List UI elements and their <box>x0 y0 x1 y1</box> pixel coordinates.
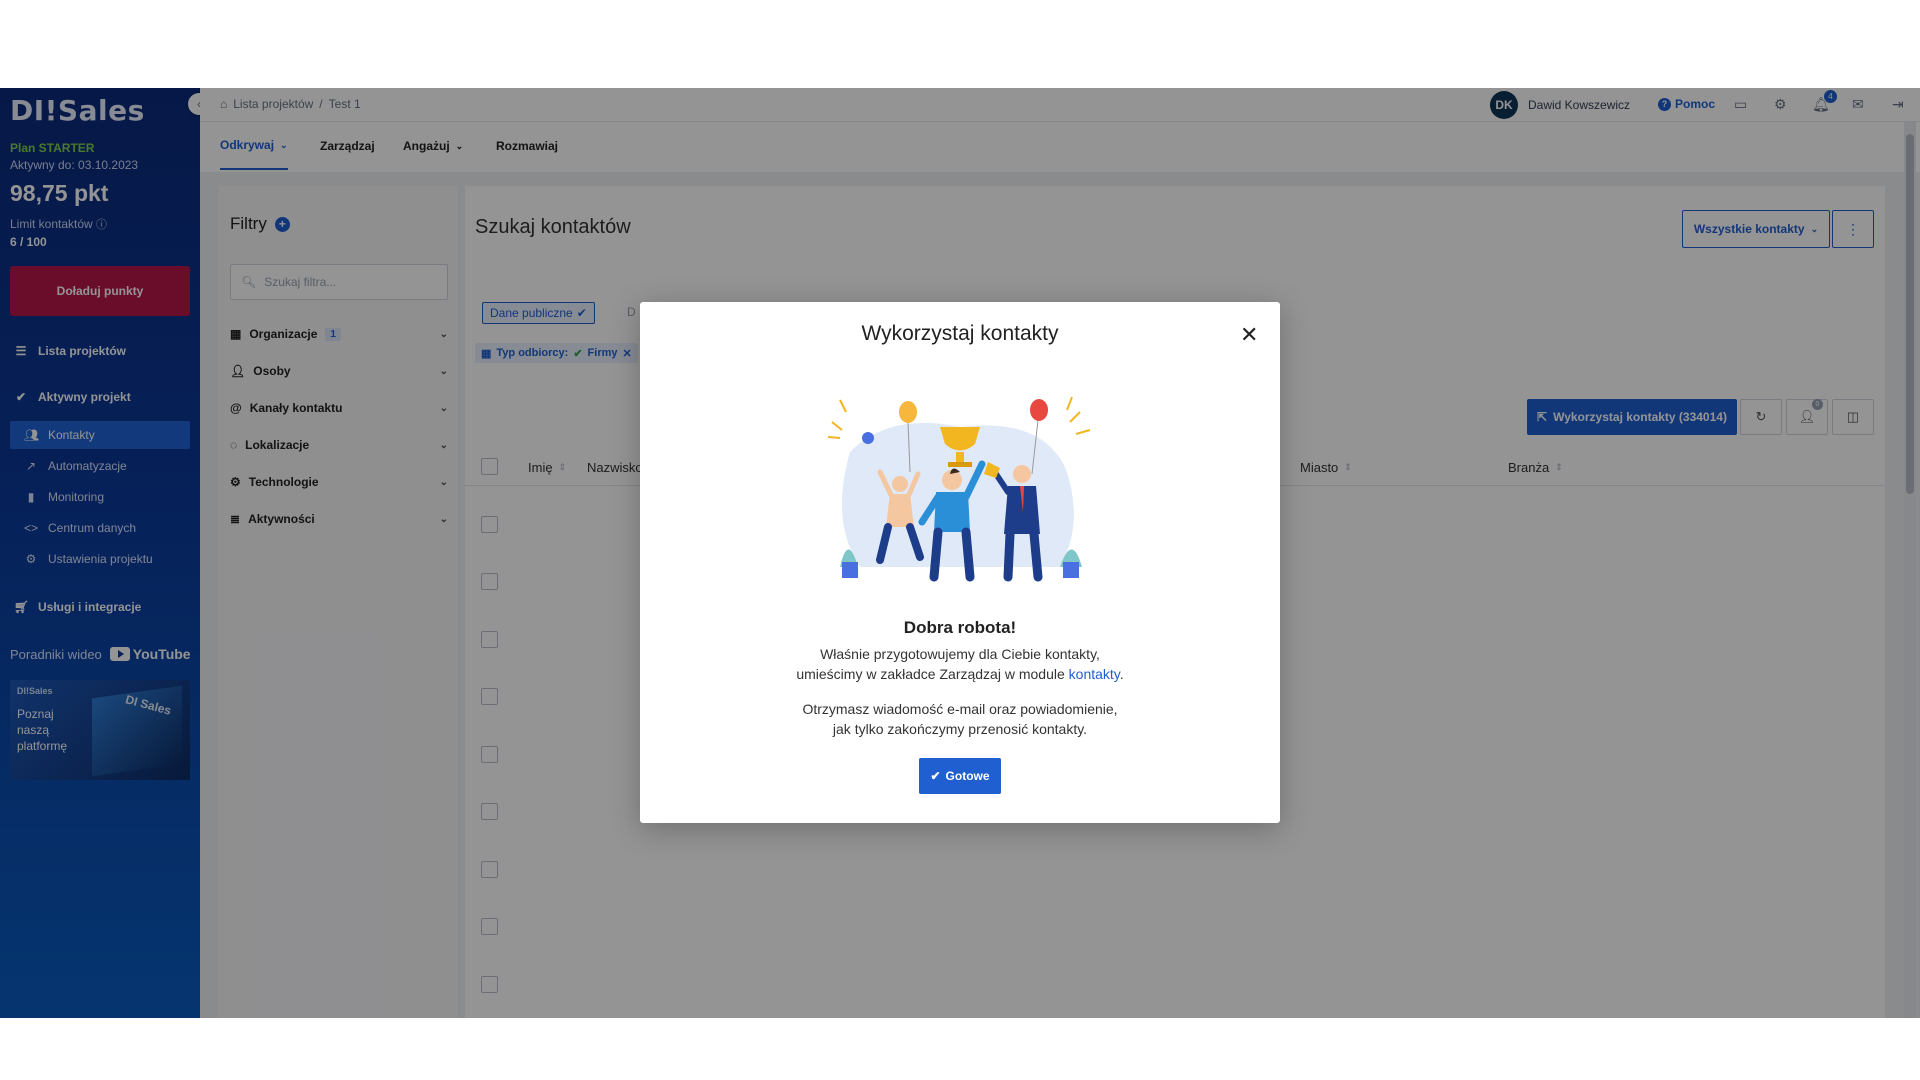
app-window: DI!Sales ‹ Plan STARTER Aktywny do: 03.1… <box>0 88 1920 1018</box>
celebration-illustration <box>827 396 1091 582</box>
modal-message-line-3: Otrzymasz wiadomość e-mail oraz powiadom… <box>802 701 1118 717</box>
done-button-label: Gotowe <box>945 769 990 783</box>
modal-message-line-4: jak tylko zakończymy przenosić kontakty. <box>832 721 1088 737</box>
modal-heading: Dobra robota! <box>903 618 1017 637</box>
close-icon[interactable]: ✕ <box>1240 324 1258 346</box>
contacts-module-link[interactable]: kontakty <box>1069 666 1120 682</box>
modal-backdrop[interactable]: Wykorzystaj kontakty ✕ Dobra robota! Wła… <box>0 88 1920 1018</box>
modal-line-2-text: umieścimy w zakładce Zarządzaj w module <box>796 666 1069 682</box>
modal-message-line-1: Właśnie przygotowujemy dla Ciebie kontak… <box>820 646 1100 662</box>
modal-message-line-2: umieścimy w zakładce Zarządzaj w module … <box>640 664 1280 684</box>
modal-title: Wykorzystaj kontakty <box>861 322 1059 345</box>
check-icon: ✔ <box>930 769 941 783</box>
done-button[interactable]: ✔ Gotowe <box>919 758 1001 794</box>
use-contacts-modal: Wykorzystaj kontakty ✕ Dobra robota! Wła… <box>640 302 1280 823</box>
modal-line-2-period: . <box>1119 666 1124 682</box>
